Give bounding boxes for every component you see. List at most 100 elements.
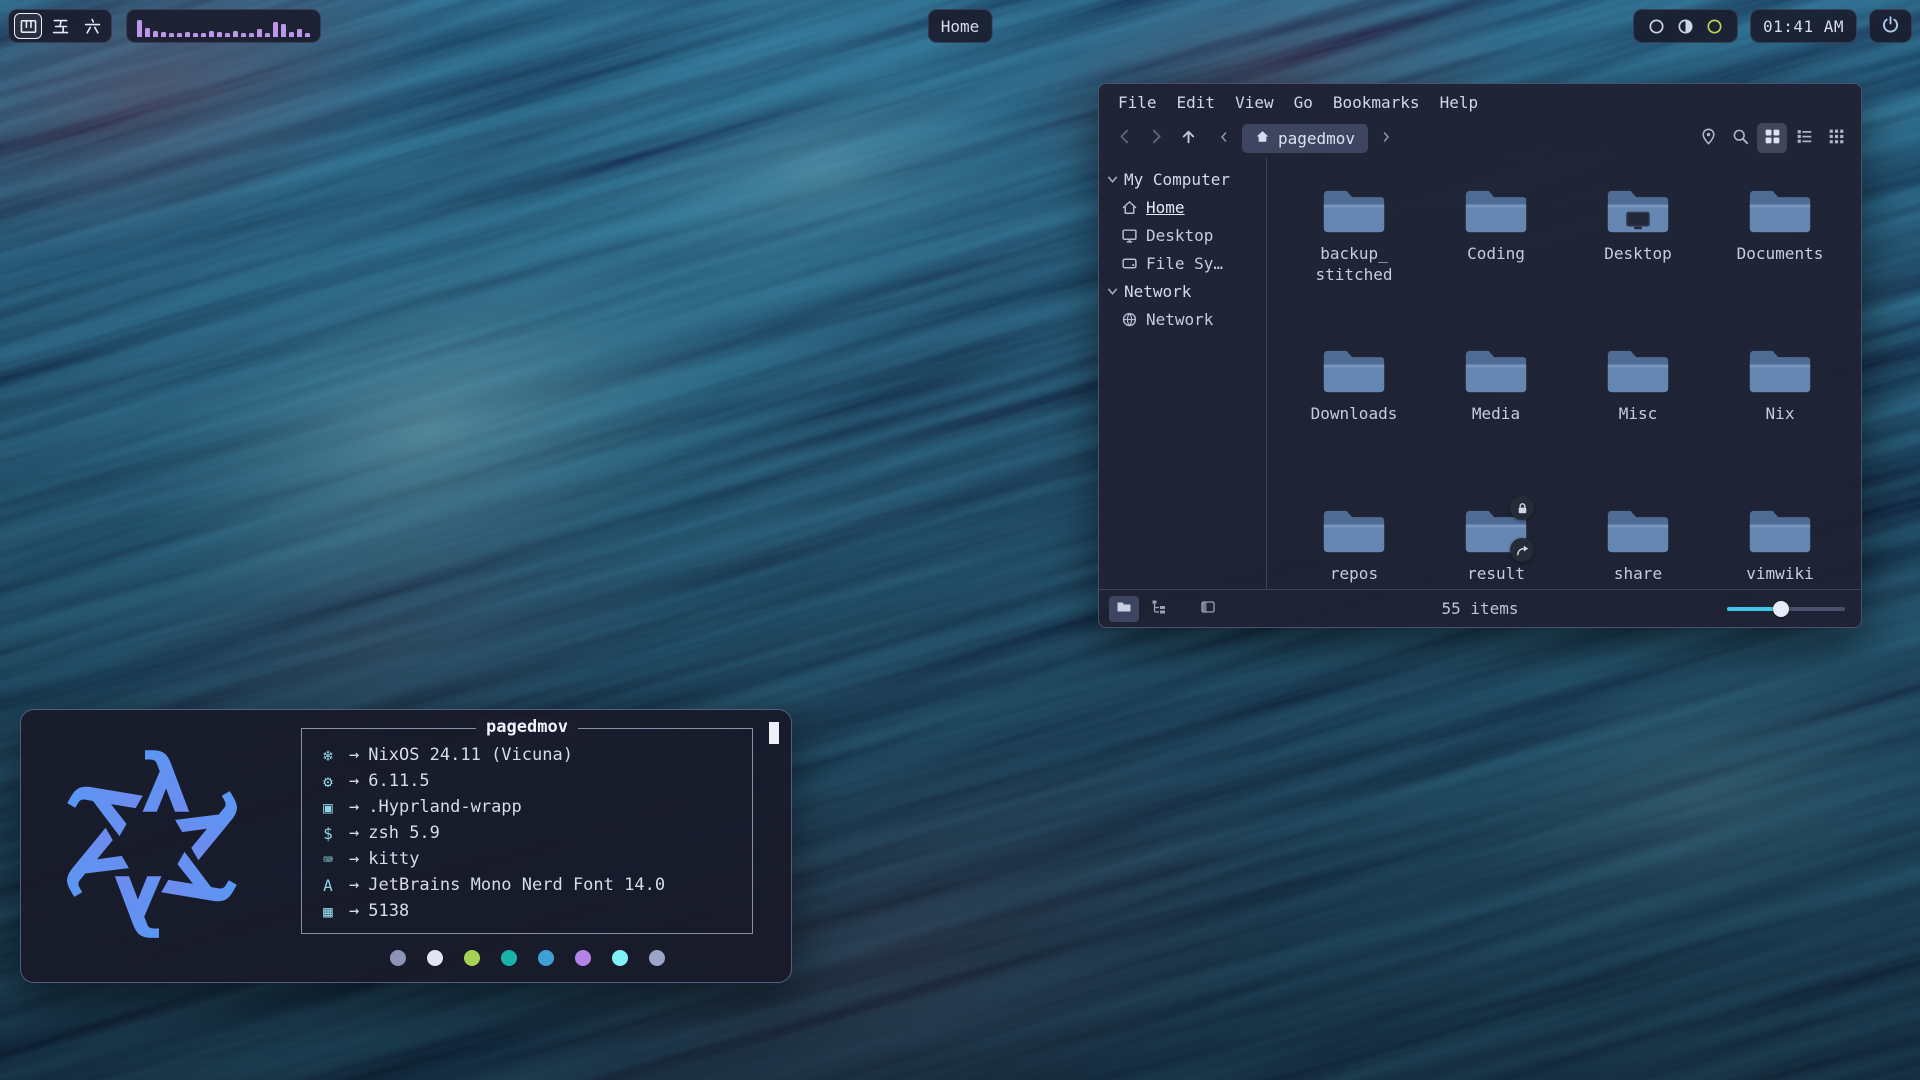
zoom-slider[interactable] — [1727, 599, 1845, 619]
folder-icon — [1322, 344, 1386, 396]
file-manager-window: FileEditViewGoBookmarksHelp pagedmov — [1098, 83, 1862, 628]
folder-icon — [1748, 184, 1812, 236]
items-count-label: 55 items — [1441, 599, 1518, 618]
sidebar-item-label: Home — [1146, 198, 1185, 217]
folder-item-vimwiki[interactable]: vimwiki — [1711, 504, 1849, 589]
workspace-button-item[interactable] — [46, 13, 74, 39]
folder-item-repos[interactable]: repos — [1285, 504, 1423, 589]
arrow-icon: → — [349, 823, 359, 843]
tree-pane-button[interactable] — [1144, 596, 1174, 622]
fetch-line-terminal: ⌨→kitty — [316, 846, 736, 872]
collapse-arrow-icon — [1107, 286, 1118, 297]
kernel-icon: ⚙ — [316, 772, 340, 791]
folder-item-downloads[interactable]: Downloads — [1285, 344, 1423, 504]
icon-view-button[interactable] — [1757, 123, 1787, 153]
location-button[interactable] — [1693, 123, 1723, 153]
up-button[interactable] — [1173, 123, 1203, 153]
terminal-window: λ λ λ λ λ λ pagedmov ❄→NixOS 24.11 (Vicu… — [20, 709, 792, 983]
fetch-value: 6.11.5 — [368, 771, 429, 791]
forward-button[interactable] — [1141, 123, 1171, 153]
fetch-line-kernel: ⚙→6.11.5 — [316, 768, 736, 794]
workspace-button-item[interactable] — [14, 13, 42, 39]
folder-icon — [1606, 504, 1670, 556]
menu-item-help[interactable]: Help — [1431, 91, 1488, 114]
shell-icon: $ — [316, 824, 340, 843]
back-button[interactable] — [1109, 123, 1139, 153]
screen-emblem-icon — [1622, 209, 1654, 233]
folder-item-misc[interactable]: Misc — [1569, 344, 1707, 504]
sidebar-item-label: Network — [1146, 310, 1213, 329]
workspace-button-item[interactable] — [78, 13, 106, 39]
menu-item-bookmarks[interactable]: Bookmarks — [1324, 91, 1429, 114]
up-arrow-icon — [1179, 127, 1198, 150]
nixos-icon: ❄ — [316, 746, 340, 765]
path-button[interactable]: pagedmov — [1242, 124, 1368, 153]
visualizer-bar — [177, 33, 182, 37]
compact-view-button[interactable] — [1821, 123, 1851, 153]
visualizer-bar — [257, 29, 262, 37]
visualizer-bar — [137, 20, 142, 37]
folder-item-media[interactable]: Media — [1427, 344, 1565, 504]
sidebar-section-my-computer[interactable]: My Computer — [1105, 166, 1260, 193]
visualizer-bar — [209, 31, 214, 37]
power-button[interactable] — [1869, 9, 1912, 43]
visualizer-bar — [289, 32, 294, 37]
folder-label: Misc — [1619, 404, 1658, 425]
window-title-label: Home — [941, 17, 980, 36]
arrow-icon: → — [349, 797, 359, 817]
workspace-switcher — [8, 9, 112, 43]
folder-icon — [1748, 344, 1812, 396]
circle-half-icon[interactable] — [1677, 18, 1694, 35]
list-view-button[interactable] — [1789, 123, 1819, 153]
collapse-arrow-icon — [1107, 174, 1118, 185]
panel-toggle-icon — [1200, 599, 1216, 619]
tree-pane-icon — [1151, 599, 1167, 619]
search-button[interactable] — [1725, 123, 1755, 153]
folder-item-result[interactable]: result — [1427, 504, 1565, 589]
sidebar-item-desktop[interactable]: Desktop — [1105, 222, 1260, 249]
menu-item-view[interactable]: View — [1226, 91, 1283, 114]
power-icon — [1881, 15, 1900, 38]
folder-item-coding[interactable]: Coding — [1427, 184, 1565, 344]
menu-item-file[interactable]: File — [1109, 91, 1166, 114]
folder-item-desktop[interactable]: Desktop — [1569, 184, 1707, 344]
folder-item-backup-stitched[interactable]: backup_stitched — [1285, 184, 1423, 344]
menu-item-go[interactable]: Go — [1285, 91, 1322, 114]
places-pane-button[interactable] — [1109, 596, 1139, 622]
circle-green-icon[interactable] — [1706, 18, 1723, 35]
palette-swatch — [612, 950, 628, 966]
folder-item-nix[interactable]: Nix — [1711, 344, 1849, 504]
folder-item-documents[interactable]: Documents — [1711, 184, 1849, 344]
filesystem-icon — [1121, 255, 1138, 272]
color-palette — [301, 950, 753, 966]
lock-emblem-icon — [1510, 496, 1534, 520]
folder-label: Media — [1472, 404, 1520, 425]
menu-bar: FileEditViewGoBookmarksHelp — [1099, 84, 1861, 118]
folder-item-share[interactable]: share — [1569, 504, 1707, 589]
network-icon — [1121, 311, 1138, 328]
folder-label: vimwiki — [1746, 564, 1813, 585]
breadcrumb-right-button[interactable] — [1371, 123, 1401, 153]
desktop-icon — [1121, 227, 1138, 244]
sidebar-item-file-sy[interactable]: File Sy… — [1105, 250, 1260, 277]
chevron-left-icon — [1217, 129, 1231, 148]
circle-outline-icon[interactable] — [1648, 18, 1665, 35]
folder-label: Downloads — [1311, 404, 1398, 425]
folder-label: Coding — [1467, 244, 1525, 265]
compact-view-icon — [1827, 127, 1846, 150]
fetch-value: zsh 5.9 — [368, 823, 440, 843]
clock[interactable]: 01:41 AM — [1750, 9, 1857, 43]
sidebar-item-home[interactable]: Home — [1105, 194, 1260, 221]
active-window-title[interactable]: Home — [928, 9, 993, 43]
sidebar-item-network[interactable]: Network — [1105, 306, 1260, 333]
visualizer-bar — [161, 32, 166, 37]
menu-item-edit[interactable]: Edit — [1168, 91, 1225, 114]
sidebar-section-network[interactable]: Network — [1105, 278, 1260, 305]
breadcrumb-left-button[interactable] — [1209, 123, 1239, 153]
fetch-value: NixOS 24.11 (Vicuna) — [368, 745, 573, 765]
panel-toggle-button[interactable] — [1193, 596, 1223, 622]
fetch-lines: ❄→NixOS 24.11 (Vicuna)⚙→6.11.5▣→.Hyprlan… — [316, 742, 736, 924]
palette-swatch — [501, 950, 517, 966]
folder-label: backup_stitched — [1291, 244, 1417, 286]
slider-thumb[interactable] — [1773, 601, 1789, 617]
